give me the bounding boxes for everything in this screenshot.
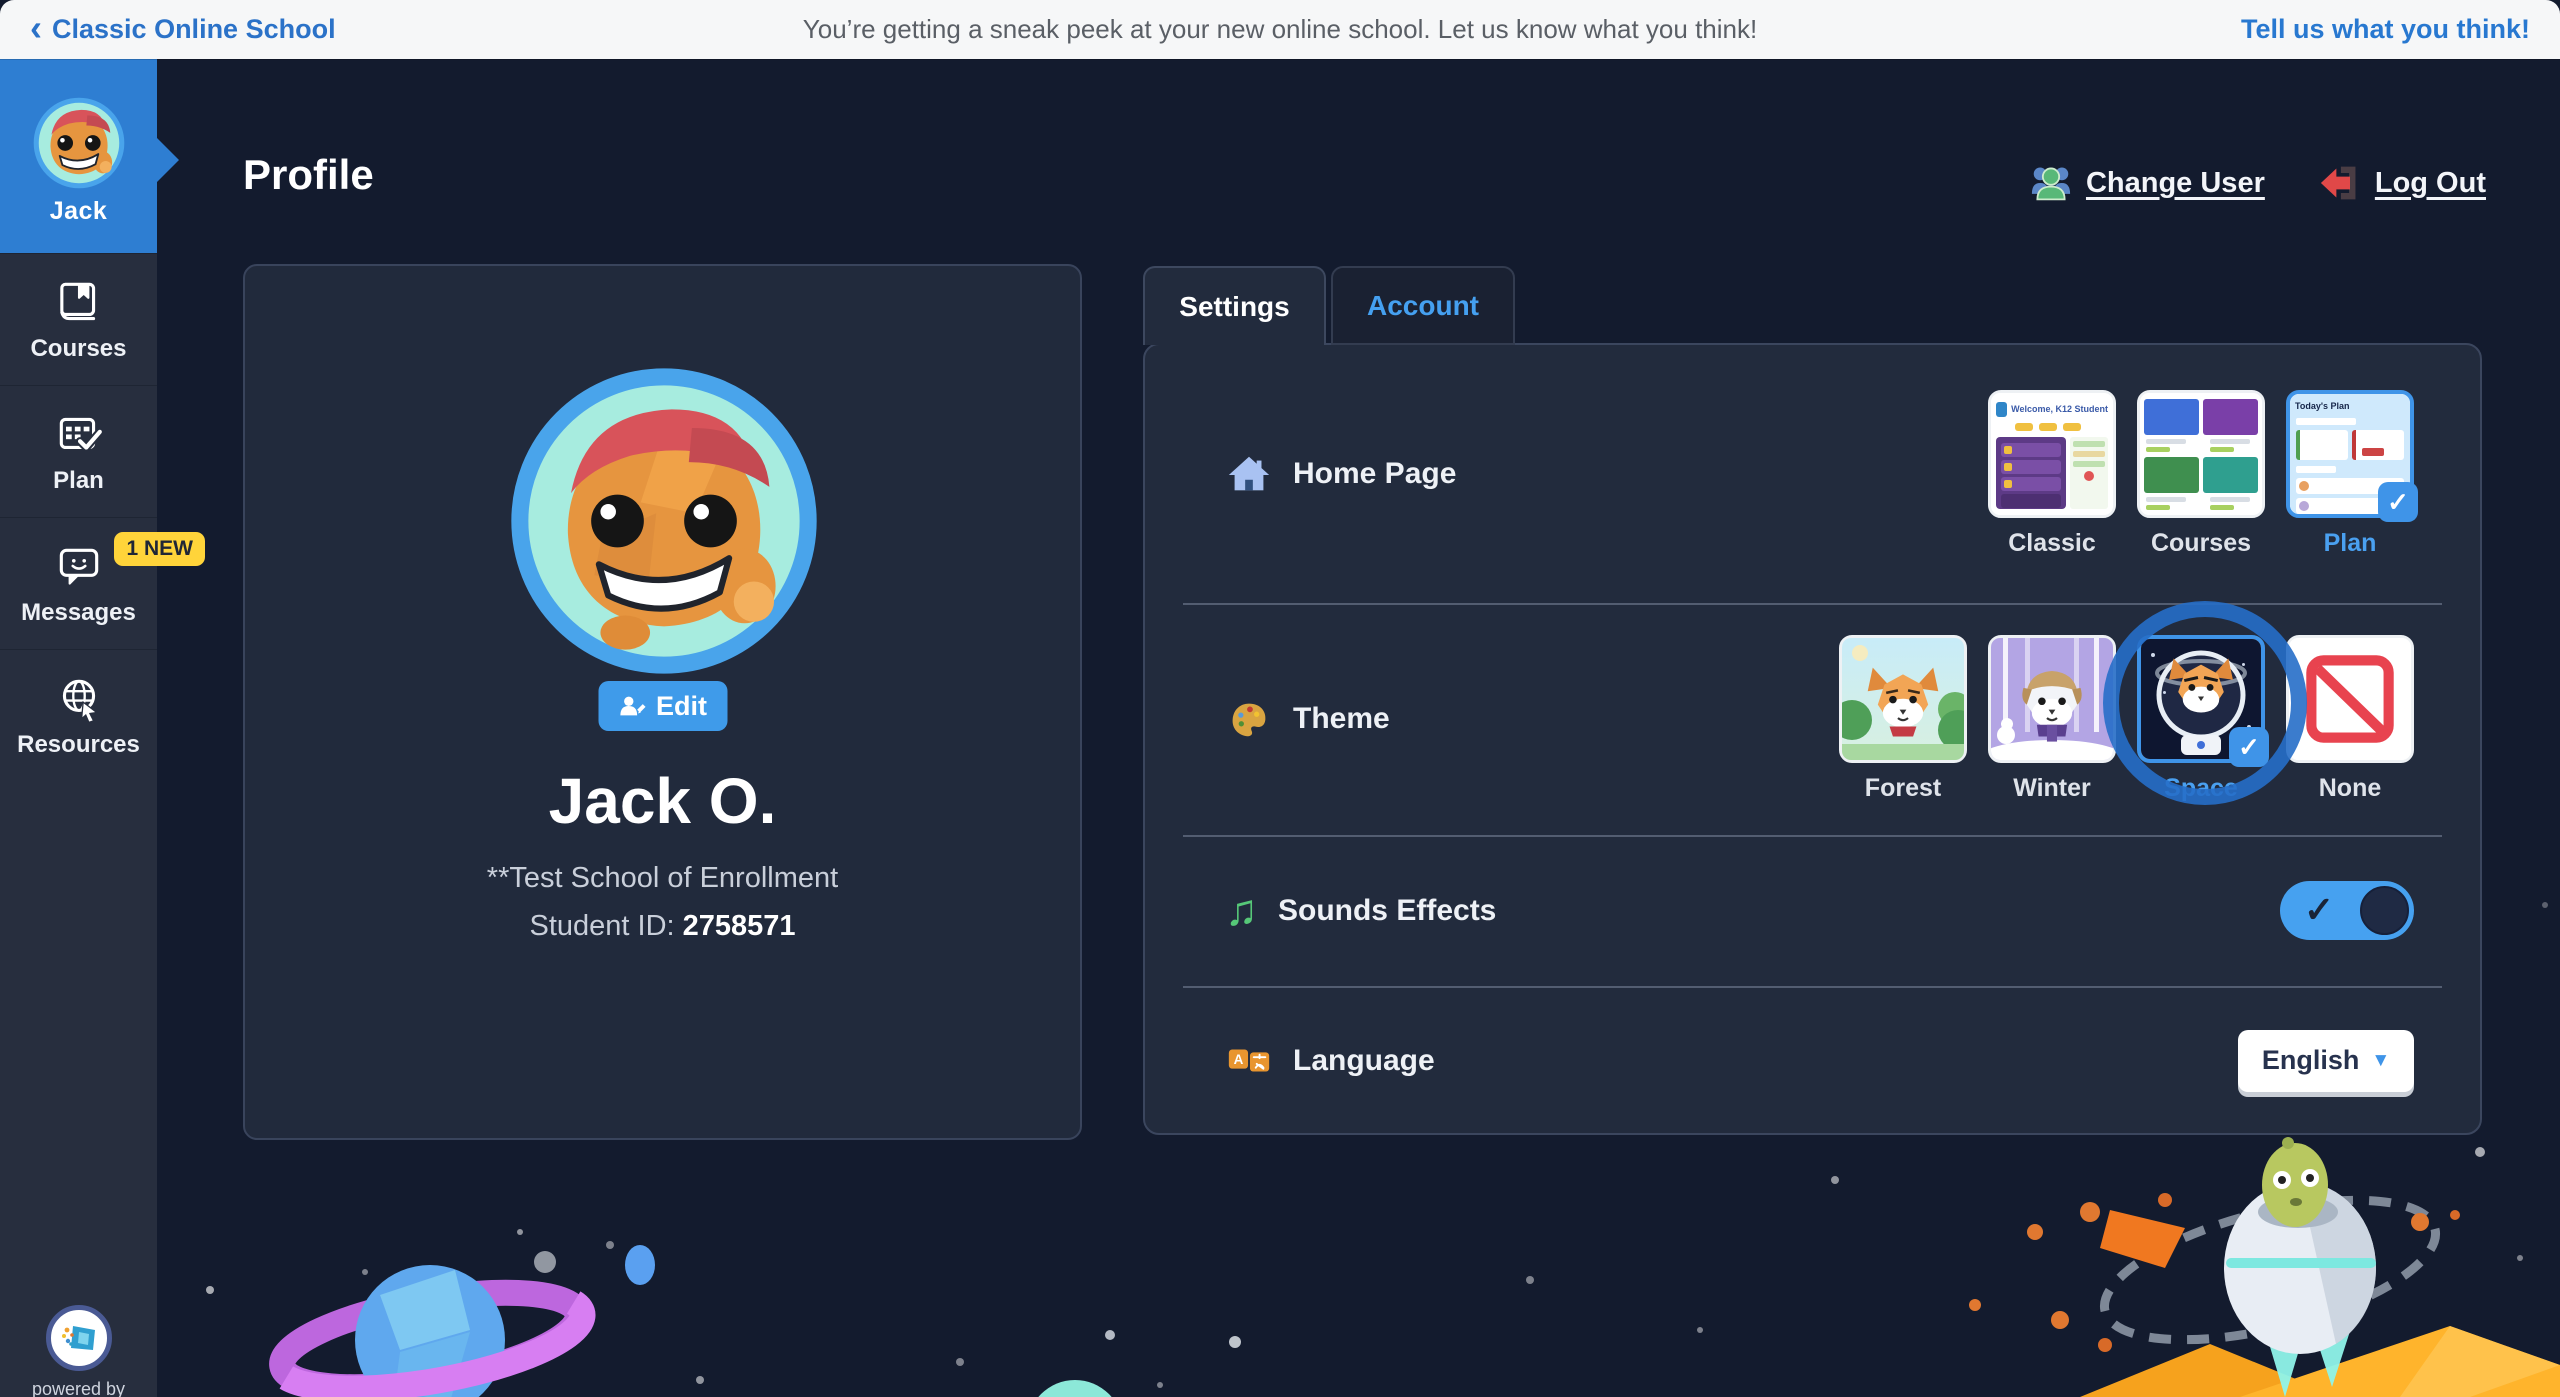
change-user-label: Change User <box>2085 166 2265 199</box>
theme-row: Theme Forest Winter ✓ Space None <box>1145 603 2480 835</box>
globe-cursor-icon <box>62 679 98 723</box>
option-label: Forest <box>1864 774 1942 802</box>
toggle-knob <box>2360 886 2409 935</box>
top-bar: ‹ Classic Online School You’re getting a… <box>0 0 2560 59</box>
theme-option-none[interactable]: None <box>2286 635 2414 803</box>
log-out-icon <box>2320 166 2356 200</box>
sidebar-item-label: Plan <box>53 466 104 494</box>
profile-card: Edit Jack O. **Test School of Enrollment… <box>243 264 1082 1140</box>
book-icon <box>59 282 95 320</box>
theme-option-winter[interactable]: Winter <box>1988 635 2116 803</box>
user-edit-icon <box>619 696 646 716</box>
toggle-check-icon: ✓ <box>2304 888 2335 930</box>
caret-down-icon: ▼ <box>2371 1049 2391 1071</box>
language-label: Language <box>1293 1043 1435 1077</box>
powered-by-label: powered by <box>31 1379 126 1397</box>
avatar <box>33 97 124 189</box>
chat-bubble-icon <box>59 548 98 585</box>
plan-calendar-icon <box>59 417 104 452</box>
palette-icon <box>1232 703 1266 737</box>
sidebar-item-messages[interactable]: 1 NEW Messages <box>0 517 205 649</box>
sidebar-item-plan[interactable]: Plan <box>0 385 157 517</box>
school-name: **Test School of Enrollment <box>486 862 839 894</box>
language-value: English <box>2261 1045 2360 1075</box>
theme-label-group: Theme <box>1225 695 1390 743</box>
sidebar-item-resources[interactable]: Resources <box>0 649 157 781</box>
feedback-link[interactable]: Tell us what you think! <box>2241 14 2530 45</box>
student-name: Jack O. <box>548 765 777 837</box>
sidebar-item-label: Resources <box>17 730 140 758</box>
student-id-label: Student ID: <box>529 910 675 942</box>
edit-label: Edit <box>656 690 707 721</box>
sidebar-item-label: Courses <box>30 334 127 362</box>
student-id: Student ID: 2758571 <box>245 910 1080 943</box>
option-label: Winter <box>2013 774 2091 802</box>
sound-effects-row: ♫ Sounds Effects ✓ <box>1145 835 2480 986</box>
translate-icon: A <box>1228 1048 1270 1072</box>
theme-label: Theme <box>1293 702 1390 735</box>
tab-settings[interactable]: Settings <box>1143 266 1326 345</box>
language-label-group: A Language <box>1225 1037 1435 1085</box>
powered-by-k12: powered by K12 <box>0 1305 157 1397</box>
theme-option-space[interactable]: ✓ Space <box>2137 635 2269 803</box>
plan-thumb-title: Today's Plan <box>2295 401 2350 411</box>
messages-new-badge: 1 NEW <box>114 532 205 566</box>
chevron-left-icon: ‹ <box>30 6 42 48</box>
sidebar-profile-name: Jack <box>49 197 108 225</box>
home-page-label-group: Home Page <box>1225 450 1456 498</box>
tab-account[interactable]: Account <box>1331 266 1515 345</box>
sidebar-item-label: Messages <box>21 598 136 626</box>
home-option-plan[interactable]: Today's Plan ✓ Plan <box>2286 390 2418 558</box>
back-link-label: Classic Online School <box>52 14 336 44</box>
option-label: Space <box>2164 774 2238 802</box>
sound-label-group: ♫ Sounds Effects <box>1225 885 1497 935</box>
settings-panel: Home Page Welcome, K12 Student Classic C… <box>1143 343 2482 1135</box>
music-note-icon: ♫ <box>1225 885 1258 935</box>
selected-check-icon: ✓ <box>2378 482 2418 522</box>
classic-thumb-title: Welcome, K12 Student <box>2011 404 2108 414</box>
sound-effects-toggle[interactable]: ✓ <box>2280 881 2414 940</box>
edit-avatar-button[interactable]: Edit <box>598 681 727 731</box>
sound-effects-label: Sounds Effects <box>1278 893 1497 927</box>
option-label: None <box>2318 774 2382 802</box>
back-link[interactable]: ‹ Classic Online School <box>30 9 336 46</box>
main-content: Profile Change User Log Out Edit Jack O.… <box>157 59 2560 1397</box>
home-page-label: Home Page <box>1293 457 1457 490</box>
log-out-label: Log Out <box>2374 166 2486 199</box>
language-row: A Language English ▼ <box>1145 986 2480 1135</box>
change-user-link[interactable]: Change User <box>2030 163 2265 203</box>
header-actions: Change User Log Out <box>2030 163 2486 203</box>
home-page-row: Home Page Welcome, K12 Student Classic C… <box>1145 345 2480 603</box>
profile-avatar <box>511 368 817 674</box>
k12-logo <box>45 1305 112 1371</box>
page-title: Profile <box>243 151 374 198</box>
sidebar: Jack Courses Plan 1 NEW Messages Resourc… <box>0 59 205 1397</box>
log-out-link[interactable]: Log Out <box>2319 163 2486 203</box>
theme-option-forest[interactable]: Forest <box>1839 635 1967 803</box>
none-symbol-icon <box>2306 655 2394 743</box>
theme-options: Forest Winter ✓ Space None <box>1839 635 2414 803</box>
sidebar-item-courses[interactable]: Courses <box>0 253 157 385</box>
home-option-classic[interactable]: Welcome, K12 Student Classic <box>1988 390 2116 558</box>
sidebar-item-profile[interactable]: Jack <box>0 59 179 253</box>
language-dropdown[interactable]: English ▼ <box>2238 1029 2414 1092</box>
page-root: ‹ Classic Online School You’re getting a… <box>0 0 2560 1397</box>
svg-text:A: A <box>1234 1051 1244 1066</box>
change-user-icon <box>2031 167 2071 201</box>
option-label: Plan <box>2323 529 2377 557</box>
home-icon <box>1228 456 1270 491</box>
student-id-value: 2758571 <box>682 910 796 942</box>
home-page-options: Welcome, K12 Student Classic Courses Tod… <box>1988 390 2418 558</box>
selected-check-icon: ✓ <box>2229 727 2269 767</box>
option-label: Courses <box>2150 529 2252 557</box>
option-label: Classic <box>2008 529 2096 557</box>
sneak-peek-message: You’re getting a sneak peek at your new … <box>802 14 1758 44</box>
home-option-courses[interactable]: Courses <box>2137 390 2265 558</box>
